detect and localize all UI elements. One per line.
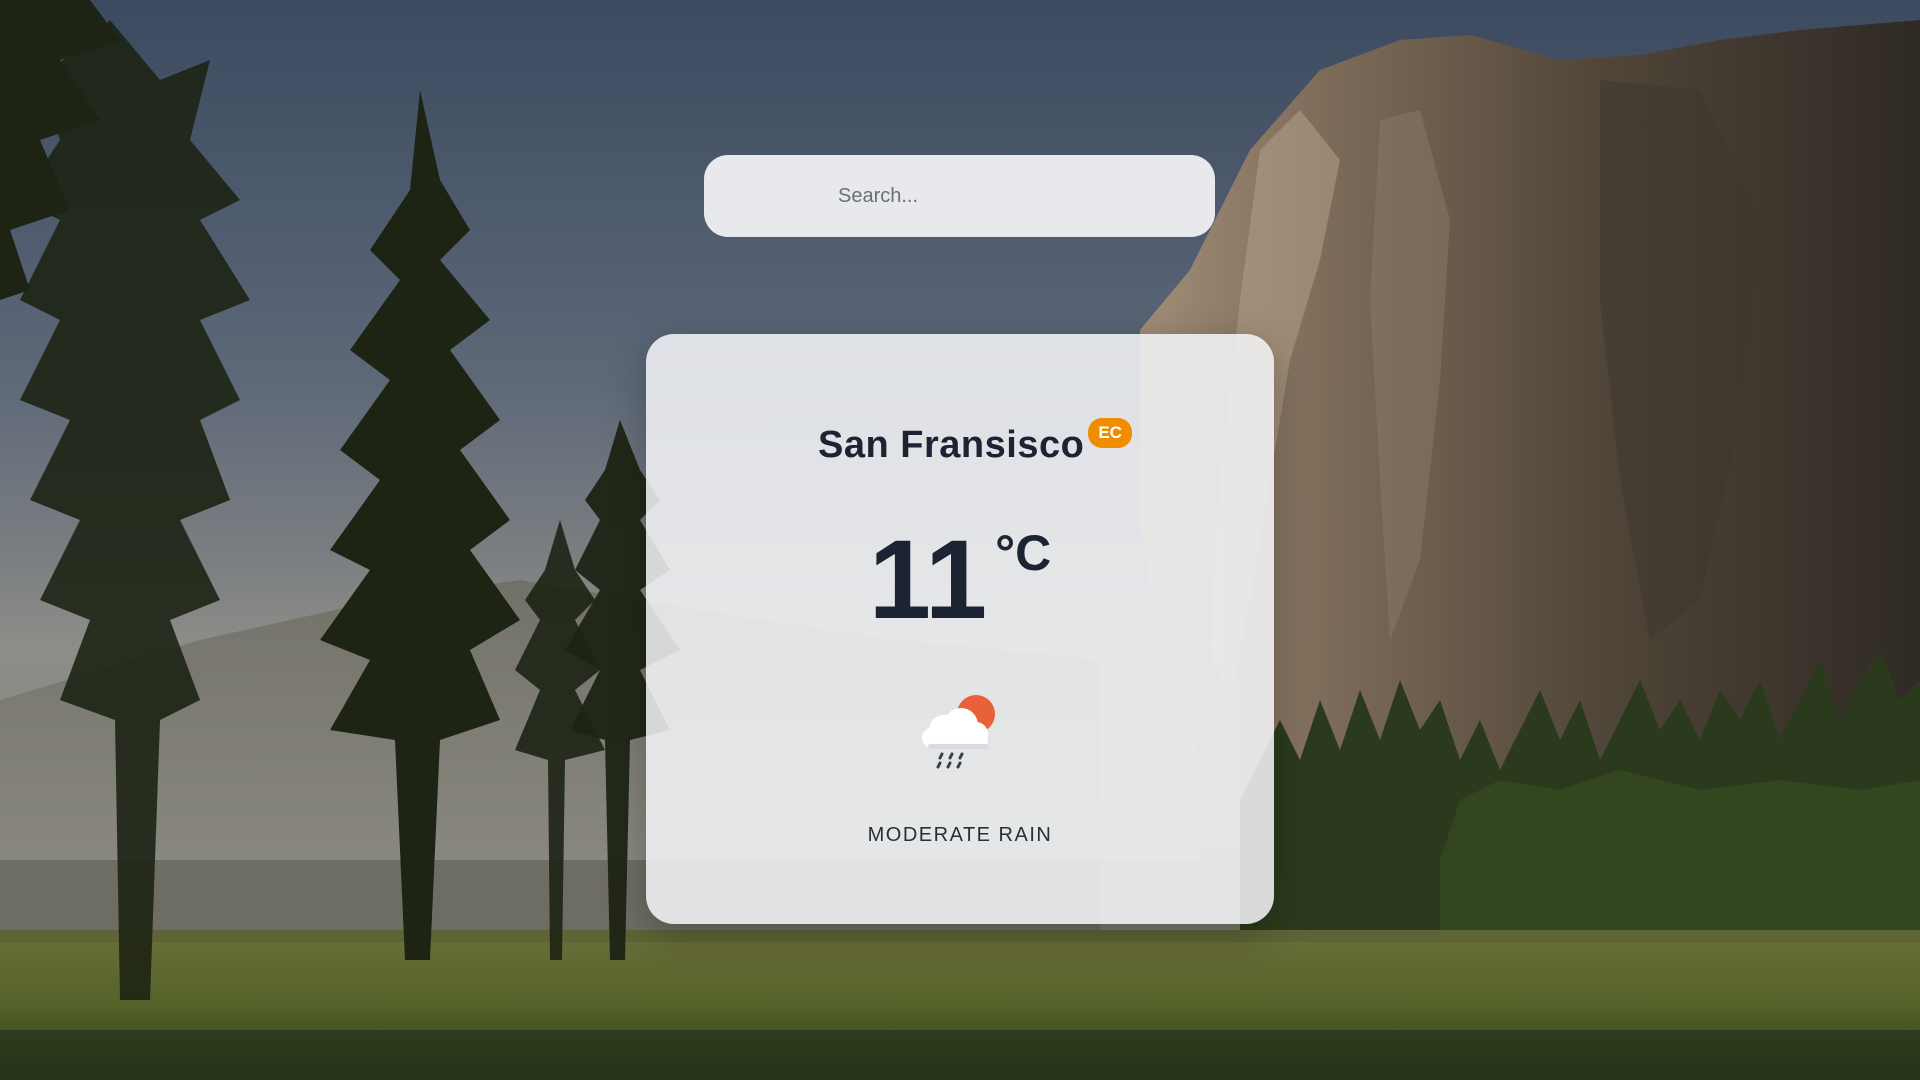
- weather-card: San Fransisco EC 11 °C MODERATE RAIN: [646, 334, 1274, 924]
- temperature-row: 11 °C: [646, 524, 1274, 636]
- search-bar[interactable]: [704, 155, 1215, 237]
- city-row: San Fransisco EC: [646, 418, 1274, 467]
- temperature-value: 11: [868, 517, 988, 642]
- country-badge: EC: [1088, 418, 1132, 448]
- weather-condition: MODERATE RAIN: [867, 824, 1053, 846]
- rain-cloud-sun-icon: [916, 692, 1004, 774]
- search-input[interactable]: [838, 155, 1178, 237]
- city-name: San Fransisco: [818, 424, 1085, 466]
- temperature-unit: °C: [995, 525, 1052, 581]
